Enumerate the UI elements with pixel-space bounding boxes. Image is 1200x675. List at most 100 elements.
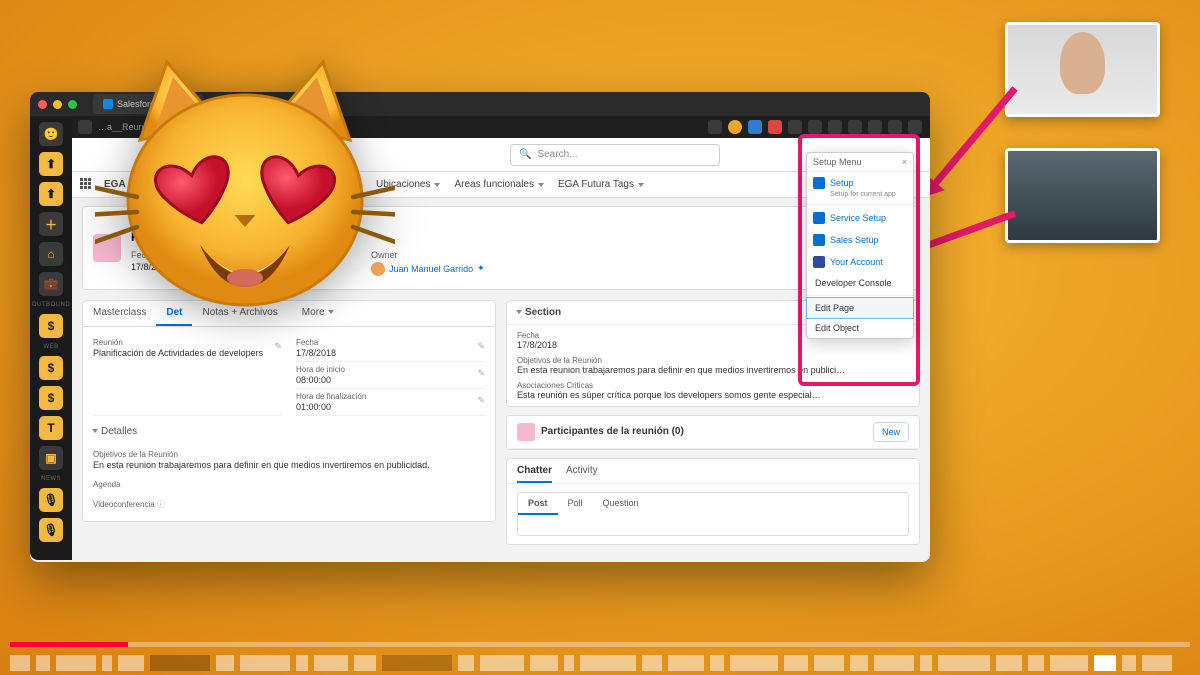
field-value: 01:00:00 xyxy=(296,402,485,412)
app-launcher-icon[interactable] xyxy=(80,178,94,192)
browser-tab[interactable]: Salesforce Video… xyxy=(93,94,204,114)
extension-sidebar: 🙂 ⬆ ⬆ ＋ ⌂ 💼 OUTBOUND $ WEB $ $ T ▣ NEWS … xyxy=(30,118,72,560)
extension-icon[interactable] xyxy=(848,120,862,134)
edit-field-icon[interactable] xyxy=(477,368,485,379)
nav-item[interactable]: Documentos xyxy=(207,179,285,190)
related-list-title[interactable]: Participantes de la reunión (0) xyxy=(541,426,684,437)
menu-item-sales-setup[interactable]: Sales Setup xyxy=(807,229,913,251)
chatter-composer: Post Poll Question xyxy=(517,492,909,536)
sidebar-icon[interactable]: ⌂ xyxy=(39,242,63,266)
nav-item[interactable]: Inspecciones xyxy=(288,179,368,190)
account-icon xyxy=(813,256,825,268)
sidebar-mic-icon[interactable]: 🎙 xyxy=(39,488,63,512)
search-icon: 🔍 xyxy=(519,149,531,160)
record-type-label: Reunión xyxy=(131,220,485,230)
sidebar-icon[interactable]: T xyxy=(39,416,63,440)
composer-tab-post[interactable]: Post xyxy=(518,493,558,515)
search-placeholder: Search... xyxy=(537,149,577,160)
tab-more[interactable]: More xyxy=(292,301,344,326)
field-value: En esta reunion trabajaremos para defini… xyxy=(517,365,909,375)
close-icon[interactable]: × xyxy=(902,157,907,167)
webcam-presenter-2 xyxy=(1005,148,1160,243)
tab-title: Salesforce Video… xyxy=(117,99,194,109)
record-title: Pl xyxy=(131,230,485,244)
sidebar-icon[interactable]: ⬆ xyxy=(39,182,63,206)
sidebar-briefcase-icon[interactable]: 💼 xyxy=(39,272,63,296)
window-maximize-icon[interactable] xyxy=(68,100,77,109)
sidebar-icon[interactable]: ⬆ xyxy=(39,152,63,176)
sidebar-mic-icon[interactable]: 🎙 xyxy=(39,518,63,542)
related-participants: Participantes de la reunión (0) New xyxy=(506,415,920,450)
gear-icon xyxy=(813,177,825,189)
download-icon[interactable] xyxy=(868,120,882,134)
nav-item[interactable]: Ubicaciones xyxy=(370,179,446,190)
info-icon[interactable] xyxy=(157,500,165,509)
tab-detail[interactable]: Det xyxy=(156,301,192,326)
menu-item-developer-console[interactable]: Developer Console xyxy=(807,273,913,293)
extension-icon[interactable] xyxy=(728,120,742,134)
app-nav-bar: EGA Reuniones Documentos Inspecciones Ub… xyxy=(72,172,930,198)
tab-notas[interactable]: Notas + Archivos xyxy=(192,301,287,326)
field-label: Hora de finalización xyxy=(296,392,485,401)
tab-masterclass[interactable]: Masterclass xyxy=(83,301,156,326)
menu-item-edit-page[interactable]: Edit Page xyxy=(807,298,913,318)
salesforce-app: 🔍 Search... EGA Reuniones Documentos Ins… xyxy=(72,138,930,562)
extension-icon[interactable] xyxy=(828,120,842,134)
field-label: Fecha xyxy=(296,338,485,347)
sidebar-section-label: OUTBOUND xyxy=(32,302,70,308)
video-progress-played xyxy=(10,642,128,647)
video-progress-bar[interactable] xyxy=(10,642,1190,647)
reload-icon[interactable] xyxy=(78,120,92,134)
extension-icon[interactable] xyxy=(808,120,822,134)
record-type-icon xyxy=(93,234,121,262)
nav-item[interactable]: Areas funcionales xyxy=(448,179,550,190)
new-button[interactable]: New xyxy=(873,422,909,442)
sidebar-avatar-icon[interactable]: 🙂 xyxy=(39,122,63,146)
field-label: Asociaciones Criticas xyxy=(517,381,909,390)
menu-item-edit-object[interactable]: Edit Object xyxy=(807,318,913,338)
extension-icon[interactable] xyxy=(708,120,722,134)
field-label: Fecha xyxy=(131,250,171,260)
window-close-icon[interactable] xyxy=(38,100,47,109)
nav-item[interactable]: EGA Futura Tags xyxy=(552,179,650,190)
field-value: En esta reunion trabajaremos para defini… xyxy=(93,460,485,470)
setup-menu-popover: Setup Menu× Setup Setup for current app … xyxy=(806,152,914,339)
edit-field-icon[interactable] xyxy=(477,395,485,406)
tab-activity[interactable]: Activity xyxy=(566,465,598,483)
change-owner-icon[interactable]: ✦ xyxy=(477,263,485,274)
sidebar-section-label: NEWS xyxy=(41,476,61,482)
gear-icon xyxy=(813,234,825,246)
window-minimize-icon[interactable] xyxy=(53,100,62,109)
field-value: 17/8/2018 xyxy=(296,348,485,358)
browser-toolbar: …a__Reunion__c/a0dfJ000000Ra8LQAS/view xyxy=(30,116,930,138)
sidebar-icon[interactable]: $ xyxy=(39,314,63,338)
address-bar[interactable]: …a__Reunion__c/a0dfJ000000Ra8LQAS/view xyxy=(98,122,702,132)
sidebar-icon[interactable]: ＋ xyxy=(39,212,63,236)
composer-tab-poll[interactable]: Poll xyxy=(558,493,593,515)
menu-item-service-setup[interactable]: Service Setup xyxy=(807,207,913,229)
edit-field-icon[interactable] xyxy=(477,341,485,352)
menu-item-your-account[interactable]: Your Account xyxy=(807,251,913,273)
extension-icon[interactable] xyxy=(768,120,782,134)
nav-item[interactable]: Reuniones xyxy=(136,179,206,190)
owner-link[interactable]: Juan Manuel Garrido xyxy=(389,264,473,274)
tab-chatter[interactable]: Chatter xyxy=(517,465,552,483)
field-label: Objetivos de la Reunión xyxy=(517,356,909,365)
extension-icon[interactable] xyxy=(748,120,762,134)
field-label: Agenda xyxy=(93,480,485,489)
field-label: Reunión xyxy=(93,338,282,347)
field-label: Objetivos de la Reunión xyxy=(93,450,485,459)
field-value: 17/8/2018 xyxy=(517,340,909,350)
profile-icon[interactable] xyxy=(908,120,922,134)
related-list-icon xyxy=(517,423,535,441)
edit-field-icon[interactable] xyxy=(274,341,282,352)
extension-icon[interactable] xyxy=(788,120,802,134)
sidebar-icon[interactable]: $ xyxy=(39,386,63,410)
annotation-arrow xyxy=(919,86,1018,202)
extension-icon[interactable] xyxy=(888,120,902,134)
composer-tab-question[interactable]: Question xyxy=(593,493,649,515)
section-detalles[interactable]: Detalles xyxy=(93,420,485,443)
sidebar-icon[interactable]: ▣ xyxy=(39,446,63,470)
global-search[interactable]: 🔍 Search... xyxy=(510,144,720,166)
sidebar-icon[interactable]: $ xyxy=(39,356,63,380)
